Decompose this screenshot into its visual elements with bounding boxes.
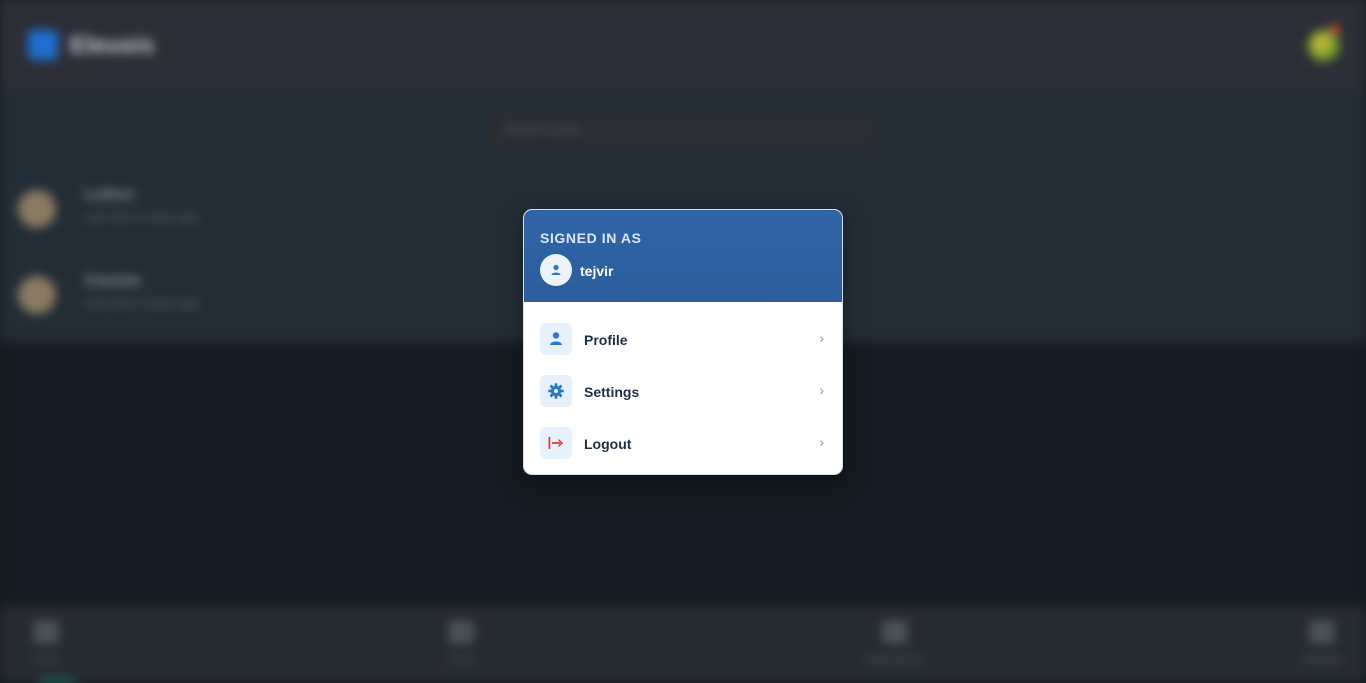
menu-item-label: Settings [584, 384, 640, 400]
notification-dot [1330, 24, 1340, 34]
menu-item-label: Profile [584, 332, 628, 348]
contact-name: Cassian [84, 272, 142, 289]
search-placeholder: Search users [504, 122, 581, 137]
home-icon [33, 620, 59, 644]
chevron-right-icon: › [819, 330, 824, 346]
menu-item-label: Logout [584, 436, 632, 452]
app-logo-icon[interactable] [28, 30, 58, 60]
chevron-right-icon: › [819, 434, 824, 450]
nav-label: Chats [446, 654, 476, 666]
list-item[interactable]: Luthen Last seen 2 days ago [18, 186, 278, 236]
bottom-nav: Home Chats Notifications Settings [0, 606, 1366, 683]
search-input[interactable]: Search users [490, 112, 876, 148]
menu-item-logout[interactable]: Logout › [524, 416, 842, 468]
chat-icon [448, 620, 474, 644]
user-avatar[interactable] [1308, 30, 1340, 62]
nav-label: Notifications [865, 654, 925, 666]
user-menu: SIGNED IN AS tejvir Profile › Settings ›… [523, 209, 843, 475]
signed-in-label: SIGNED IN AS [540, 230, 642, 246]
gear-icon [540, 375, 572, 407]
app-logo-text: Eleusis [70, 32, 155, 59]
menu-item-profile[interactable]: Profile › [524, 312, 842, 364]
contact-status: Last seen 2 days ago [84, 210, 199, 224]
contact-status: Last seen 5 days ago [84, 296, 199, 310]
list-item[interactable]: Cassian Last seen 5 days ago [18, 272, 278, 322]
username: tejvir [580, 263, 614, 279]
nav-settings[interactable]: Settings [1282, 620, 1362, 676]
menu-item-settings[interactable]: Settings › [524, 364, 842, 416]
nav-chats[interactable]: Chats [421, 620, 501, 676]
nav-label: Settings [1302, 654, 1342, 666]
nav-label: Home [31, 654, 61, 666]
logout-icon [540, 427, 572, 459]
nav-notifications[interactable]: Notifications [855, 620, 935, 676]
chevron-right-icon: › [819, 382, 824, 398]
app-header: Eleusis [0, 2, 1366, 90]
gear-icon [1309, 620, 1335, 644]
contact-name: Luthen [84, 186, 134, 203]
menu-header: SIGNED IN AS tejvir [524, 210, 842, 302]
bell-icon [882, 620, 908, 644]
avatar [18, 276, 56, 314]
avatar [18, 190, 56, 228]
user-icon [540, 323, 572, 355]
user-avatar-icon [540, 254, 572, 286]
nav-home[interactable]: Home [6, 620, 86, 676]
